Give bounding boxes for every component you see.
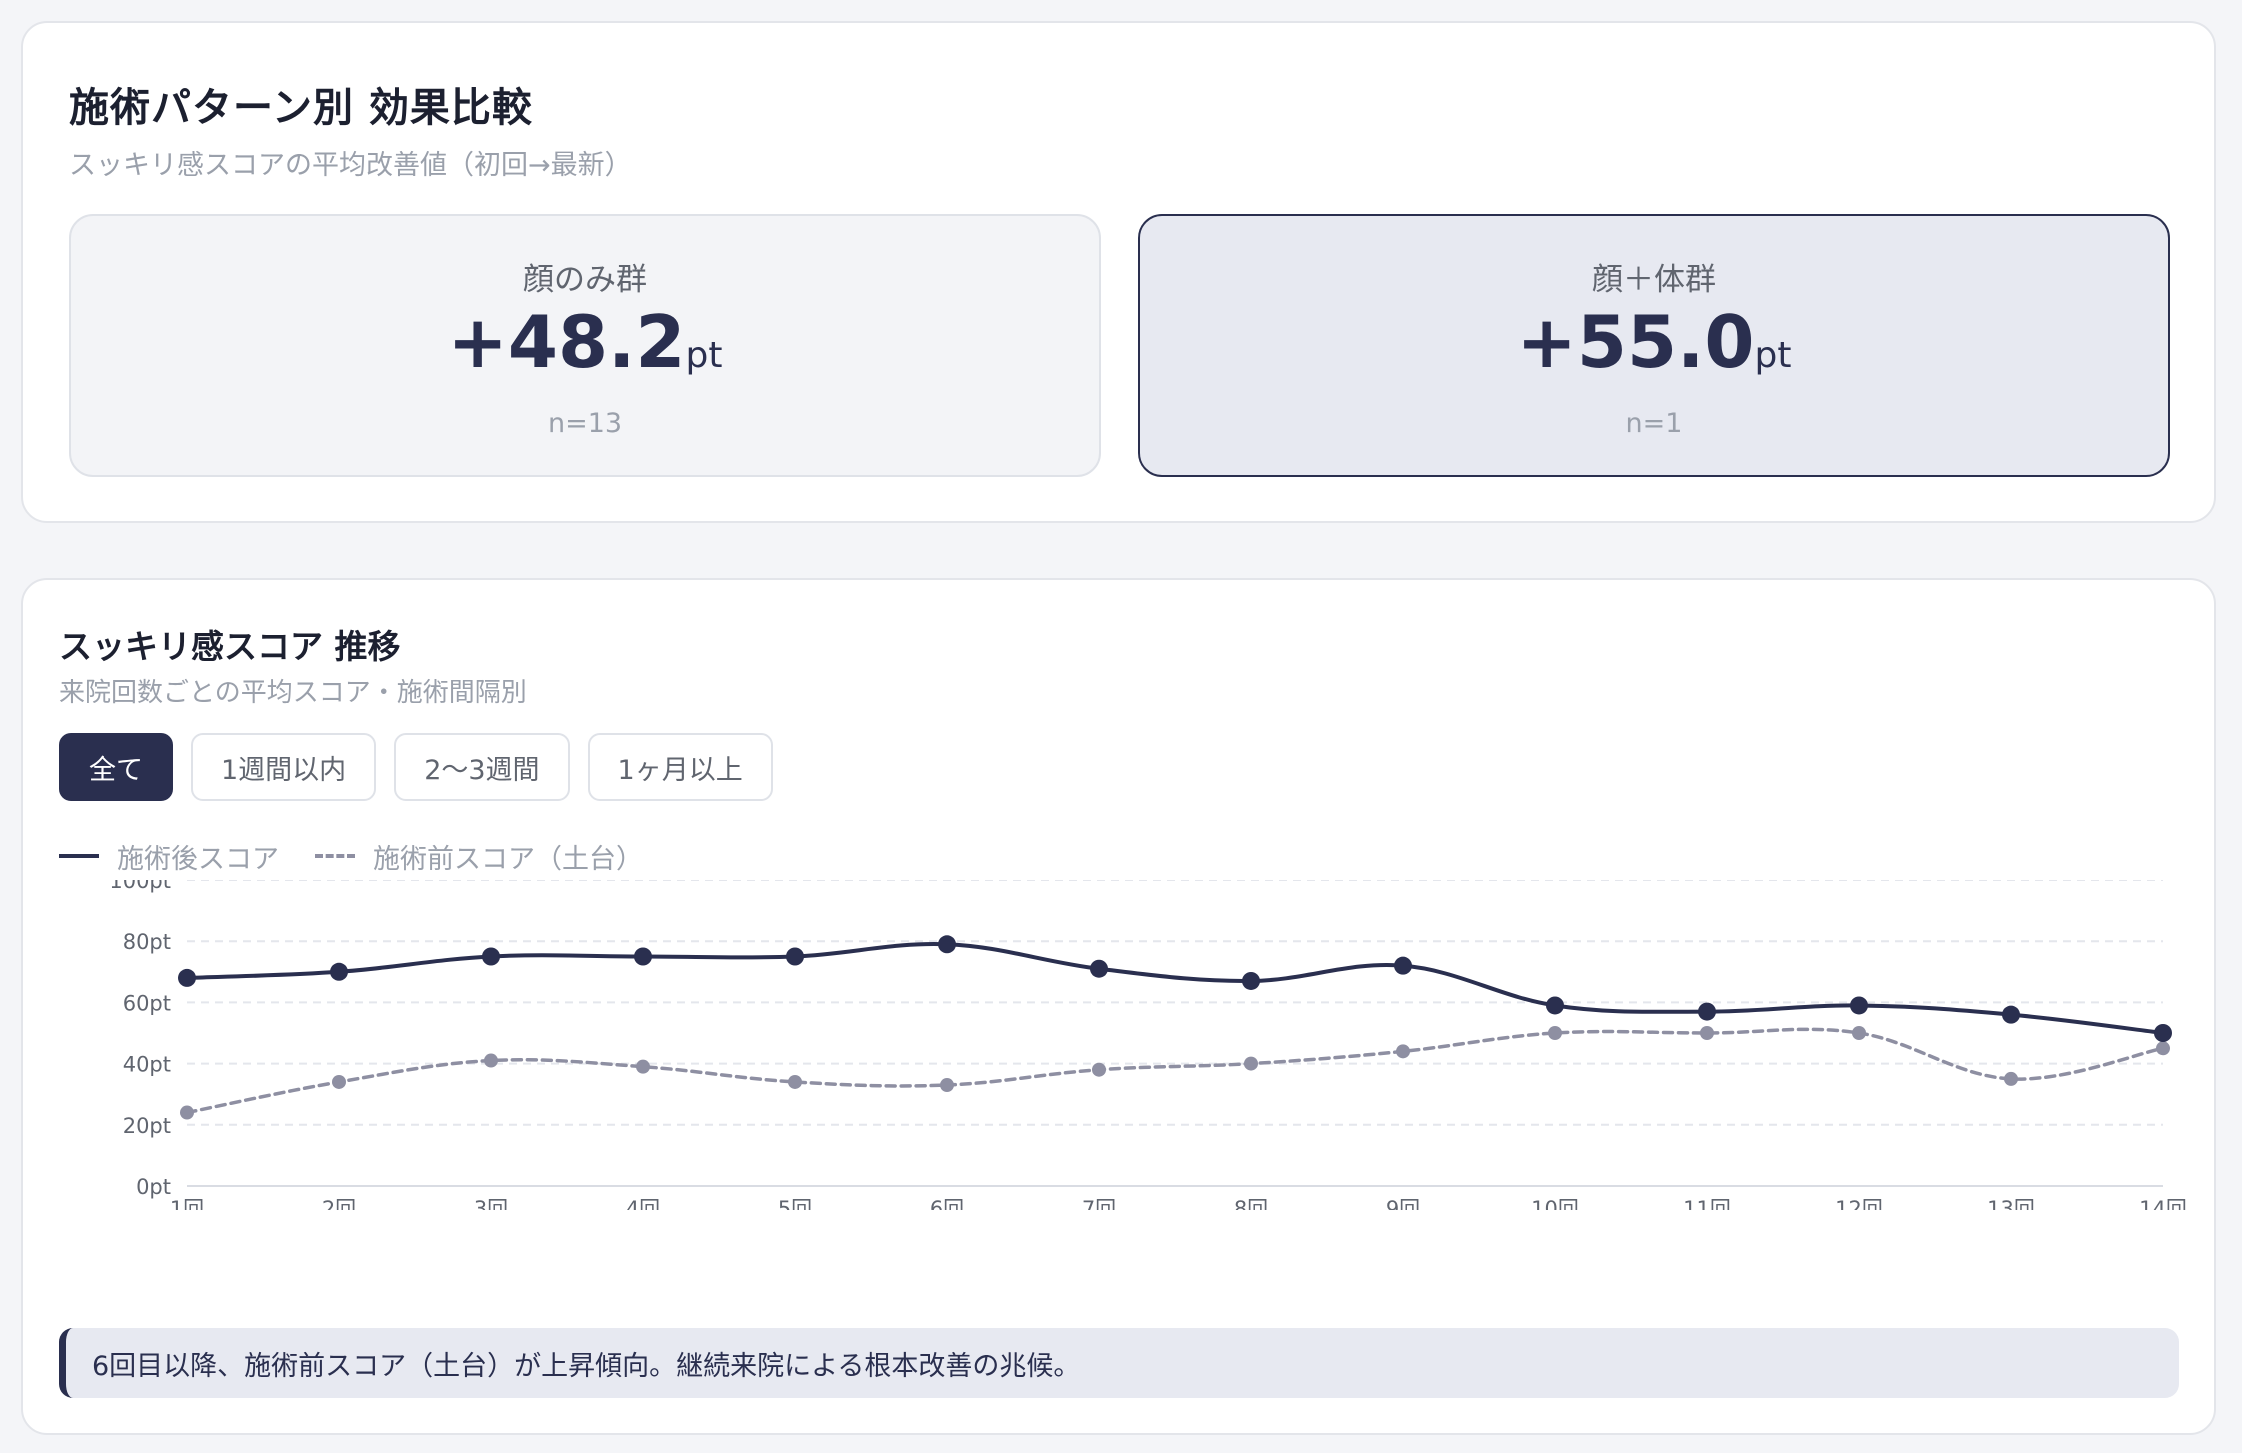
x-tick-label: 3回 bbox=[474, 1197, 508, 1210]
data-point-before bbox=[1852, 1026, 1866, 1040]
metric-unit: pt bbox=[1754, 335, 1792, 376]
metric-unit: pt bbox=[685, 335, 723, 376]
data-point-after bbox=[1242, 971, 1260, 990]
y-tick-label: 40pt bbox=[123, 1053, 171, 1077]
trend-subtitle: 来院回数ごとの平均スコア・施術間隔別 bbox=[59, 678, 527, 708]
tab-1-month-plus[interactable]: 1ヶ月以上 bbox=[587, 733, 773, 801]
legend-swatch-solid bbox=[59, 854, 99, 858]
data-point-after bbox=[786, 947, 804, 966]
data-point-after bbox=[2002, 1005, 2020, 1024]
y-tick-label: 80pt bbox=[123, 930, 171, 954]
legend-item-after[interactable]: 施術後スコア bbox=[59, 837, 279, 876]
x-tick-label: 9回 bbox=[1386, 1197, 1420, 1210]
series-line-before bbox=[185, 1027, 2165, 1115]
data-point-after bbox=[1850, 996, 1868, 1015]
data-point-after bbox=[1546, 996, 1564, 1015]
data-point-after bbox=[330, 962, 348, 981]
insight-callout: 6回目以降、施術前スコア（土台）が上昇傾向。継続来院による根本改善の兆候。 bbox=[59, 1328, 2179, 1398]
metric-label: 顔＋体群 bbox=[1592, 262, 1716, 298]
x-tick-label: 13回 bbox=[1987, 1197, 2035, 1210]
metric-number: +48.2 bbox=[447, 300, 686, 384]
x-tick-label: 2回 bbox=[322, 1197, 356, 1210]
tab-within-1-week[interactable]: 1週間以内 bbox=[191, 733, 377, 801]
x-tick-label: 5回 bbox=[778, 1197, 812, 1210]
y-tick-label: 100pt bbox=[109, 880, 171, 893]
data-point-after bbox=[1698, 1002, 1716, 1021]
trend-title: スッキリ感スコア 推移 bbox=[59, 627, 401, 666]
data-point-before bbox=[1548, 1026, 1562, 1040]
metric-face-only: 顔のみ群 +48.2pt n=13 bbox=[69, 214, 1101, 477]
data-point-before bbox=[2156, 1041, 2170, 1056]
x-tick-label: 6回 bbox=[930, 1197, 964, 1210]
metric-label: 顔のみ群 bbox=[523, 262, 647, 298]
metric-face-body: 顔＋体群 +55.0pt n=1 bbox=[1138, 214, 2170, 477]
data-point-before bbox=[2004, 1071, 2018, 1086]
tab-all[interactable]: 全て bbox=[59, 733, 173, 801]
interval-tabs: 全て 1週間以内 2〜3週間 1ヶ月以上 bbox=[59, 733, 773, 801]
comparison-title: 施術パターン別 効果比較 bbox=[69, 85, 533, 131]
y-tick-label: 20pt bbox=[123, 1114, 171, 1138]
legend-label: 施術後スコア bbox=[117, 843, 279, 875]
tab-2-3-weeks[interactable]: 2〜3週間 bbox=[394, 733, 570, 801]
data-point-before bbox=[1700, 1026, 1714, 1040]
legend-item-before[interactable]: 施術前スコア（土台） bbox=[315, 837, 643, 876]
data-point-before bbox=[180, 1105, 194, 1120]
x-tick-label: 7回 bbox=[1082, 1197, 1116, 1210]
comparison-subtitle: スッキリ感スコアの平均改善値（初回→最新） bbox=[69, 150, 632, 181]
comparison-card: 施術パターン別 効果比較 スッキリ感スコアの平均改善値（初回→最新） 顔のみ群 … bbox=[21, 21, 2216, 523]
x-tick-label: 4回 bbox=[626, 1197, 660, 1210]
data-point-before bbox=[636, 1059, 650, 1074]
trend-line-chart: 0pt 20pt 40pt 60pt 80pt 100pt 1回 2回 3回 4回 5回 6回 7回 8回… bbox=[109, 880, 2187, 1210]
data-point-before bbox=[1244, 1056, 1258, 1071]
trend-card: スッキリ感スコア 推移 来院回数ごとの平均スコア・施術間隔別 全て 1週間以内 … bbox=[21, 578, 2216, 1435]
data-point-before bbox=[788, 1074, 802, 1089]
metric-value: +55.0pt bbox=[1140, 306, 2168, 378]
metric-count: n=1 bbox=[1625, 408, 1683, 439]
data-point-before bbox=[1092, 1062, 1106, 1077]
x-tick-label: 10回 bbox=[1531, 1197, 1579, 1210]
y-tick-label: 60pt bbox=[123, 991, 171, 1015]
metric-number: +55.0 bbox=[1516, 300, 1755, 384]
data-point-after bbox=[938, 935, 956, 954]
data-point-after bbox=[634, 947, 652, 966]
x-tick-label: 14回 bbox=[2139, 1197, 2187, 1210]
chart-legend: 施術後スコア 施術前スコア（土台） bbox=[59, 837, 679, 876]
data-point-after bbox=[1394, 956, 1412, 975]
x-tick-label: 11回 bbox=[1683, 1197, 1731, 1210]
data-point-after bbox=[482, 947, 500, 966]
x-tick-label: 1回 bbox=[170, 1197, 204, 1210]
metric-value: +48.2pt bbox=[71, 306, 1099, 378]
y-tick-label: 0pt bbox=[136, 1175, 171, 1199]
data-point-before bbox=[484, 1053, 498, 1068]
x-tick-label: 8回 bbox=[1234, 1197, 1268, 1210]
data-point-after bbox=[2154, 1024, 2172, 1042]
data-point-before bbox=[332, 1074, 346, 1089]
legend-swatch-dashed bbox=[315, 854, 355, 858]
data-point-after bbox=[178, 968, 196, 987]
data-point-after bbox=[1090, 959, 1108, 978]
x-tick-label: 12回 bbox=[1835, 1197, 1883, 1210]
data-point-before bbox=[940, 1078, 954, 1093]
data-point-before bbox=[1396, 1044, 1410, 1059]
metric-count: n=13 bbox=[547, 408, 623, 439]
legend-label: 施術前スコア（土台） bbox=[373, 843, 643, 875]
